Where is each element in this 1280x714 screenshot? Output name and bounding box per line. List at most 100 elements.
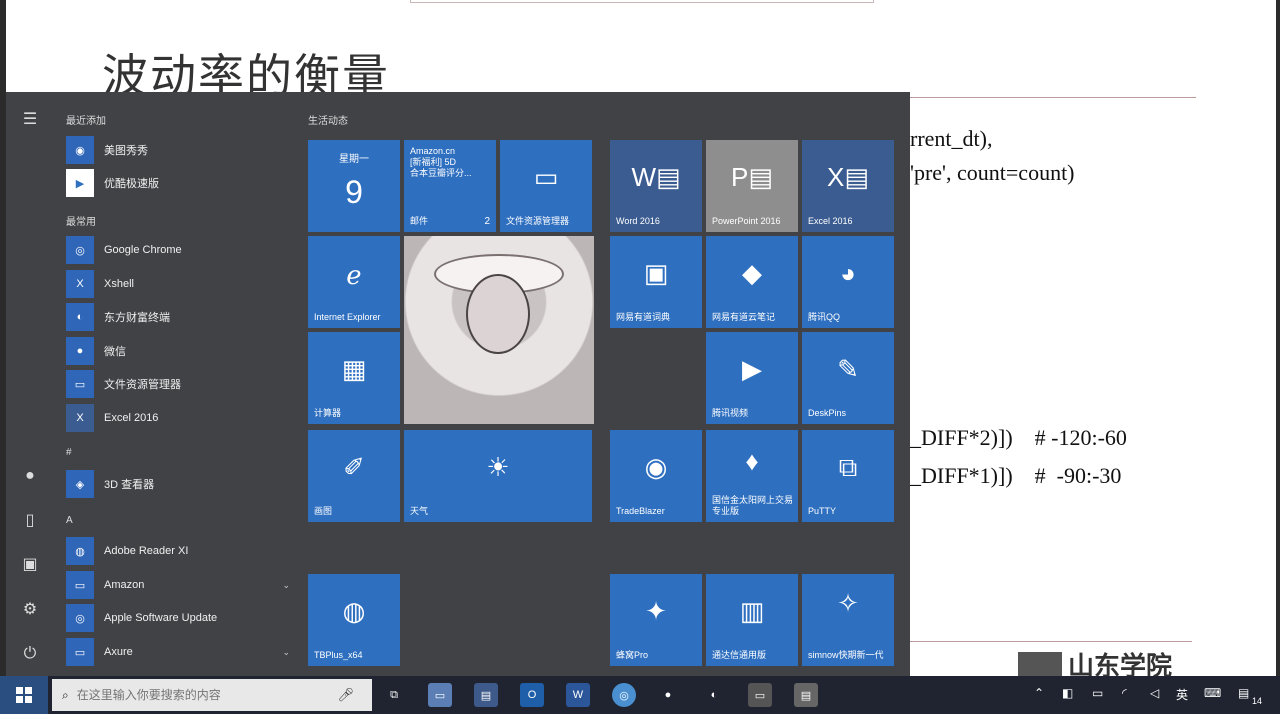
taskbar-app-word[interactable]: W <box>566 683 590 707</box>
pin-icon: ✎ <box>837 354 859 384</box>
ime-indicator[interactable]: 英 <box>1176 686 1188 703</box>
guoxin-icon: ♦ <box>745 446 759 476</box>
pictures-icon[interactable]: ▣ <box>18 552 42 576</box>
app-item-apple-update[interactable]: ◎ Apple Software Update <box>66 603 290 633</box>
tile-putty[interactable]: ⧉ PuTTY <box>802 430 894 522</box>
slide-divider <box>900 97 1196 98</box>
battery-icon[interactable]: ▭ <box>1092 686 1103 700</box>
taskbar-app-explorer[interactable]: ▭ <box>428 683 452 707</box>
taskbar-app-chrome[interactable]: ◎ <box>612 683 636 707</box>
tile-excel[interactable]: X▤ Excel 2016 <box>802 140 894 232</box>
hamburger-icon[interactable]: ☰ <box>18 107 42 131</box>
tile-calculator[interactable]: ▦ 计算器 <box>308 332 400 424</box>
taskbar-app-terminal[interactable]: ▭ <box>748 683 772 707</box>
start-button[interactable] <box>0 676 48 714</box>
app-item-chrome[interactable]: ◎ Google Chrome <box>66 235 290 265</box>
tile-internet-explorer[interactable]: ℯ Internet Explorer <box>308 236 400 328</box>
tile-label: 网易有道云笔记 <box>712 312 776 322</box>
microphone-icon[interactable]: 🎤︎ <box>337 687 354 703</box>
tile-label: Internet Explorer <box>314 312 381 322</box>
user-avatar-icon[interactable]: ● <box>18 464 42 488</box>
notification-count: 14 <box>1252 696 1263 706</box>
tile-calendar[interactable]: 星期一 9 <box>308 140 400 232</box>
video-play-icon: ▶ <box>742 354 762 384</box>
app-item-excel[interactable]: X Excel 2016 <box>66 403 290 433</box>
wechat-icon: ● <box>66 337 94 365</box>
tile-powerpoint[interactable]: P▤ PowerPoint 2016 <box>706 140 798 232</box>
search-icon: ⌕ <box>62 687 69 702</box>
app-label: Axure <box>104 646 133 658</box>
excel-icon: X▤ <box>827 162 869 192</box>
meitu-icon: ◉ <box>66 136 94 164</box>
chevron-down-icon[interactable]: ⌄ <box>282 647 290 658</box>
tile-mail[interactable]: Amazon.cn [新福利] 5D 合本豆瓣评分... 邮件 2 <box>404 140 496 232</box>
taskbar-app-eastmoney[interactable]: ◐ <box>702 683 726 707</box>
taskbar-app-outlook[interactable]: O <box>520 683 544 707</box>
tile-tongdaxin[interactable]: ▥ 通达信通用版 <box>706 574 798 666</box>
tile-photo[interactable] <box>404 236 594 424</box>
tile-label: Word 2016 <box>616 216 660 226</box>
settings-gear-icon[interactable]: ⚙ <box>18 597 42 621</box>
app-item-meitu[interactable]: ◉ 美图秀秀 <box>66 135 290 165</box>
logo-image <box>1018 652 1062 676</box>
app-item-adobe-reader[interactable]: ◍ Adobe Reader XI <box>66 536 290 566</box>
tile-deskpins[interactable]: ✎ DeskPins <box>802 332 894 424</box>
mail-preview: Amazon.cn [新福利] 5D 合本豆瓣评分... <box>410 146 472 178</box>
eastmoney-icon: ◐ <box>66 303 94 331</box>
tile-fengwo-pro[interactable]: ✦ 蜂窝Pro <box>610 574 702 666</box>
tile-label: 通达信通用版 <box>712 650 767 660</box>
task-view-icon[interactable]: ⧉ <box>382 683 406 707</box>
chevron-down-icon[interactable]: ⌄ <box>282 580 290 591</box>
app-item-youku[interactable]: ▶ 优酷极速版 <box>66 168 290 198</box>
app-item-amazon[interactable]: ▭ Amazon ⌄ <box>66 570 290 600</box>
tile-tbplus[interactable]: ◍ TBPlus_x64 <box>308 574 400 666</box>
app-label: Excel 2016 <box>104 412 159 424</box>
search-input[interactable] <box>76 688 327 702</box>
tile-file-explorer[interactable]: ▭ 文件资源管理器 <box>500 140 592 232</box>
taskbar-app-notepad[interactable]: ▤ <box>474 683 498 707</box>
action-center-icon[interactable]: ▤ <box>1238 686 1249 700</box>
app-label: Xshell <box>104 278 134 290</box>
tile-label: PowerPoint 2016 <box>712 216 781 226</box>
tile-label: PuTTY <box>808 506 837 516</box>
calendar-date: 9 <box>345 174 363 210</box>
taskbar-search[interactable]: ⌕ 🎤︎ <box>52 679 372 711</box>
tile-youdao-dict[interactable]: ▣ 网易有道词典 <box>610 236 702 328</box>
tile-label: TradeBlazer <box>616 506 665 516</box>
tiles-group-header: 生活动态 <box>308 116 348 127</box>
tile-guoxin[interactable]: ♦ 国信金太阳网上交易专业版 <box>706 430 798 522</box>
app-item-axure[interactable]: ▭ Axure ⌄ <box>66 637 290 667</box>
tile-label: DeskPins <box>808 408 847 418</box>
tile-qq[interactable]: ◕ 腾讯QQ <box>802 236 894 328</box>
app-item-3d-viewer[interactable]: ◈ 3D 查看器 <box>66 469 290 499</box>
tile-paint[interactable]: ✐ 画图 <box>308 430 400 522</box>
code-line: 'pre', count=count) <box>910 160 1075 185</box>
tile-youdao-note[interactable]: ◆ 网易有道云笔记 <box>706 236 798 328</box>
ie-icon: ℯ <box>346 260 362 290</box>
taskbar-app-wechat[interactable]: ● <box>656 683 680 707</box>
tile-weather[interactable]: ☀ 天气 <box>404 430 592 522</box>
app-item-eastmoney[interactable]: ◐ 东方财富终端 <box>66 302 290 332</box>
tile-tencent-video[interactable]: ▶ 腾讯视频 <box>706 332 798 424</box>
tray-app-icon[interactable]: ◧ <box>1062 686 1073 700</box>
ime-mode-icon[interactable]: ⌨ <box>1204 686 1221 700</box>
app-label: 东方财富终端 <box>104 312 170 324</box>
network-icon[interactable]: ◜ <box>1122 686 1127 700</box>
app-item-explorer[interactable]: ▭ 文件资源管理器 <box>66 369 290 399</box>
volume-icon[interactable]: ◁ <box>1150 686 1159 700</box>
tile-simnow[interactable]: ✧ simnow快期新一代 <box>802 574 894 666</box>
taskbar-app-pdf[interactable]: ▤ <box>794 683 818 707</box>
documents-icon[interactable]: ▯ <box>18 508 42 532</box>
app-item-wechat[interactable]: ● 微信 <box>66 336 290 366</box>
tile-label: 天气 <box>410 506 429 516</box>
tile-label: simnow快期新一代 <box>808 650 884 660</box>
power-icon[interactable]: ⏻ <box>18 642 42 666</box>
tile-tradeblazer[interactable]: ◉ TradeBlazer <box>610 430 702 522</box>
tongdaxin-icon: ▥ <box>739 596 765 626</box>
tile-word[interactable]: W▤ Word 2016 <box>610 140 702 232</box>
tray-chevron-up-icon[interactable]: ⌃ <box>1034 686 1044 700</box>
app-item-xshell[interactable]: X Xshell <box>66 269 290 299</box>
excel-icon: X <box>66 404 94 432</box>
youdao-dict-icon: ▣ <box>643 258 669 288</box>
slide-logo: 山东学院 <box>1018 652 1172 682</box>
